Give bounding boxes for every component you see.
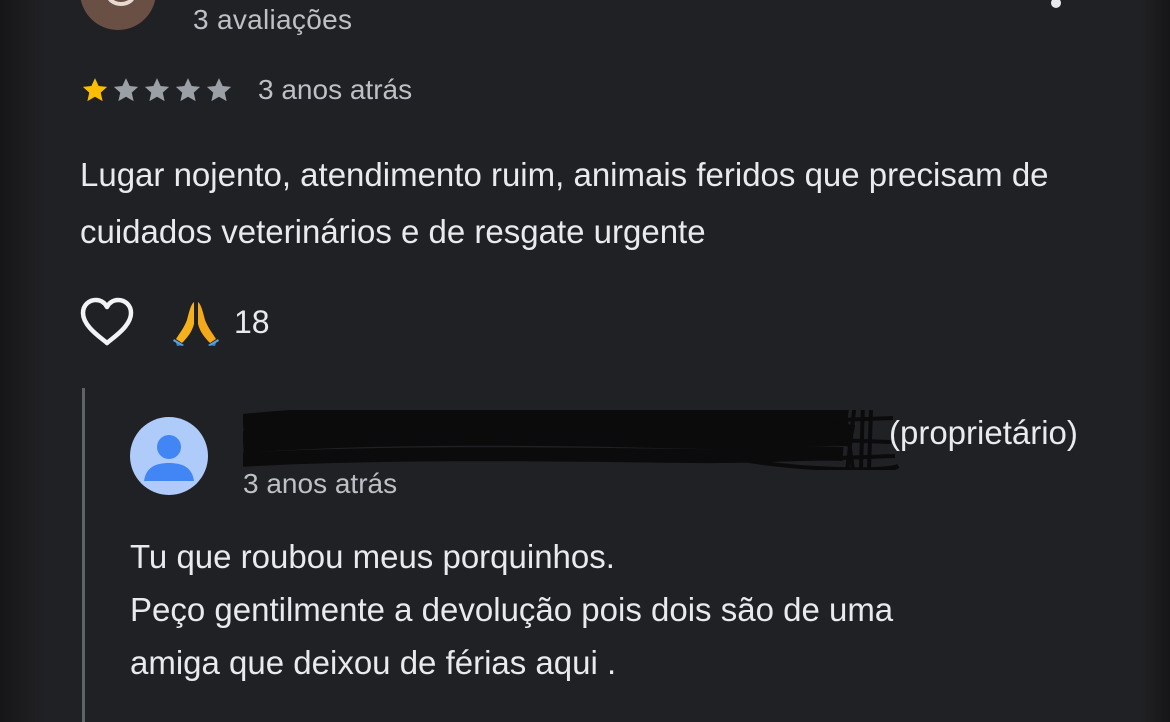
star-icon: [82, 78, 108, 102]
owner-avatar[interactable]: [130, 417, 208, 495]
review-actions: 18: [78, 294, 270, 350]
star-icon: [206, 78, 232, 102]
owner-reply-line: Tu que roubou meus porquinhos.: [130, 538, 615, 575]
owner-reply-age: 3 anos atrás: [243, 468, 398, 499]
owner-reply-line: Peço gentilmente a devolução pois dois s…: [130, 591, 894, 628]
owner-reply-text: Tu que roubou meus porquinhos. Peço gent…: [130, 530, 1130, 689]
star-icon: [113, 78, 139, 102]
review-screen: 3 avaliações 3 anos atrás Lugar nojento,…: [0, 0, 1170, 722]
heart-outline-icon[interactable]: [78, 296, 136, 348]
reaction-count: 18: [234, 303, 270, 340]
rating-row: 3 anos atrás: [80, 70, 412, 110]
reviewer-avatar[interactable]: [80, 0, 156, 30]
review-age: 3 anos atrás: [258, 74, 413, 105]
star-icon: [175, 78, 201, 102]
reviewer-reviews-count: 3 avaliações: [193, 4, 353, 35]
reply-thread-line: [82, 388, 85, 722]
card-edge-right: [1140, 0, 1170, 722]
person-icon: [144, 435, 194, 481]
owner-reply-line: amiga que deixou de férias aqui .: [130, 644, 617, 681]
review-text: Lugar nojento, atendimento ruim, animais…: [80, 156, 1049, 250]
folded-hands-icon[interactable]: [172, 298, 220, 346]
redaction-scribble: [243, 410, 900, 470]
owner-tag: (proprietário): [889, 414, 1078, 451]
star-icon: [144, 78, 170, 102]
owner-name-row: (proprietário): [243, 410, 1143, 470]
card-edge-left: [0, 0, 46, 722]
more-options-icon[interactable]: [1046, 0, 1066, 24]
star-rating: [80, 75, 234, 105]
